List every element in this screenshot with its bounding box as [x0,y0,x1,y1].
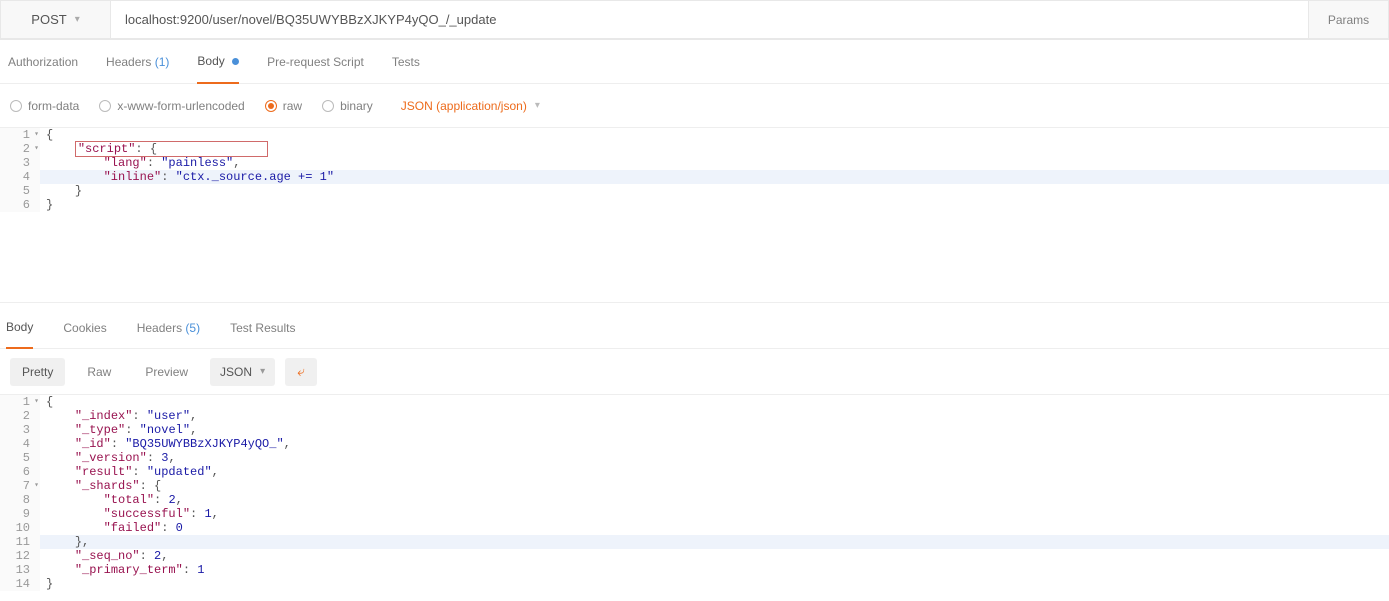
tab-body-label: Body [197,54,224,68]
gutter: 9 [0,507,40,521]
gutter: 1 [0,128,40,142]
gutter: 6 [0,198,40,212]
gutter: 11 [0,535,40,549]
gutter: 4 [0,170,40,184]
view-preview-button[interactable]: Preview [133,358,200,386]
radio-formdata[interactable]: form-data [10,99,79,113]
radio-raw[interactable]: raw [265,99,302,113]
gutter: 4 [0,437,40,451]
radio-icon [10,100,22,112]
gutter: 8 [0,493,40,507]
gutter: 12 [0,549,40,563]
radio-icon [99,100,111,112]
http-method-select[interactable]: POST ▾ [0,0,110,39]
request-bar: POST ▾ Params [0,0,1389,40]
response-format-label: JSON [220,365,252,379]
response-format-select[interactable]: JSON ▾ [210,358,275,386]
highlight-box: "script": { [75,141,268,157]
radio-icon [322,100,334,112]
gutter: 5 [0,451,40,465]
tab-headers-label: Headers [106,55,151,69]
http-method-label: POST [31,12,66,27]
gutter: 6 [0,465,40,479]
wrap-icon: ⤶ [297,363,305,380]
gutter: 14 [0,577,40,591]
request-body-editor[interactable]: 1{ 2 "script": { 3 "lang": "painless", 4… [0,128,1389,303]
tab-tests[interactable]: Tests [392,41,420,83]
chevron-down-icon: ▾ [75,14,80,25]
gutter: 5 [0,184,40,198]
view-pretty-button[interactable]: Pretty [10,358,65,386]
radio-urlencoded[interactable]: x-www-form-urlencoded [99,99,244,113]
unsaved-indicator-icon [232,58,239,65]
tab-headers-count: (1) [155,55,170,69]
tab-authorization[interactable]: Authorization [8,41,78,83]
gutter: 7 [0,479,40,493]
response-tabs: Body Cookies Headers (5) Test Results [0,307,1389,349]
content-type-select[interactable]: JSON (application/json) ▾ [401,99,540,113]
radio-raw-label: raw [283,99,302,113]
gutter: 13 [0,563,40,577]
response-body-editor[interactable]: 1{ 2 "_index": "user", 3 "_type": "novel… [0,395,1389,591]
body-type-row: form-data x-www-form-urlencoded raw bina… [0,84,1389,128]
wrap-lines-button[interactable]: ⤶ [285,358,317,386]
tab-prerequest[interactable]: Pre-request Script [267,41,364,83]
rtab-body[interactable]: Body [6,307,33,349]
radio-binary-label: binary [340,99,373,113]
gutter: 1 [0,395,40,409]
gutter: 3 [0,423,40,437]
content-type-label: JSON (application/json) [401,99,527,113]
request-tabs: Authorization Headers (1) Body Pre-reque… [0,40,1389,84]
rtab-headers[interactable]: Headers (5) [137,308,200,348]
rtab-headers-count: (5) [185,321,200,335]
chevron-down-icon: ▾ [535,100,540,111]
gutter: 2 [0,409,40,423]
rtab-testresults[interactable]: Test Results [230,308,295,348]
response-view-row: Pretty Raw Preview JSON ▾ ⤶ [0,349,1389,395]
radio-urlencoded-label: x-www-form-urlencoded [117,99,244,113]
rtab-cookies[interactable]: Cookies [63,308,106,348]
radio-binary[interactable]: binary [322,99,373,113]
view-raw-button[interactable]: Raw [75,358,123,386]
gutter: 10 [0,521,40,535]
gutter: 2 [0,142,40,156]
url-input[interactable] [110,0,1309,39]
radio-icon [265,100,277,112]
tab-headers[interactable]: Headers (1) [106,41,169,83]
radio-formdata-label: form-data [28,99,79,113]
params-button[interactable]: Params [1309,0,1389,39]
gutter: 3 [0,156,40,170]
rtab-headers-label: Headers [137,321,182,335]
tab-body[interactable]: Body [197,40,239,84]
chevron-down-icon: ▾ [260,366,265,377]
